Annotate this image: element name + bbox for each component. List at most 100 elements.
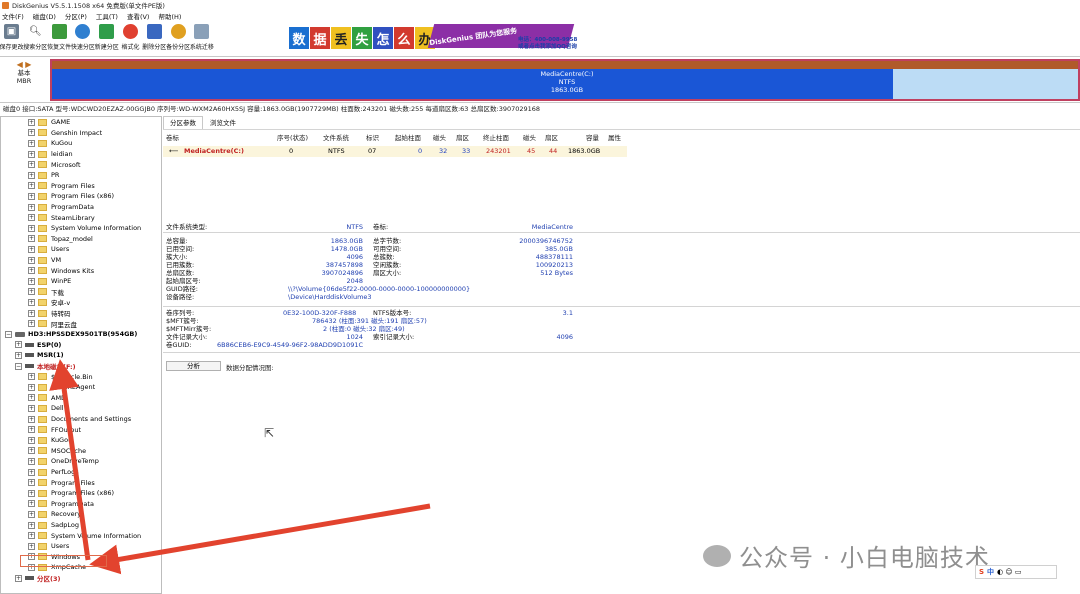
partition-bar[interactable]: MediaCentre(C:) NTFS 1863.0GB (50, 59, 1080, 101)
tree-folder[interactable]: + Program Files (28, 181, 95, 192)
tree-partition[interactable]: + MSR(1) (15, 350, 64, 361)
system-migrate-button[interactable]: 系统迁移 (190, 21, 214, 54)
promo-contact[interactable]: 电话：400-008-9958 或者点击我添加QQ咨询 (518, 37, 577, 51)
expand-icon[interactable]: + (28, 267, 35, 275)
collapse-icon[interactable]: − (15, 362, 22, 370)
tree-folder[interactable]: + $WinREAgent (28, 382, 95, 393)
expand-icon[interactable]: + (28, 532, 35, 540)
tree-folder[interactable]: + Documents and Settings (28, 414, 131, 425)
expand-icon[interactable]: + (28, 383, 35, 391)
tree-folder[interactable]: + MSOCache (28, 446, 86, 457)
tree-folder[interactable]: + Genshin Impact (28, 128, 102, 139)
tree-folder[interactable]: + Users (28, 244, 69, 255)
tree-folder[interactable]: + System Volume Information (28, 530, 141, 541)
tree-folder[interactable]: + Program Files (x86) (28, 488, 114, 499)
col-header[interactable]: 容量 (586, 133, 599, 144)
expand-icon[interactable]: + (28, 457, 35, 465)
expand-icon[interactable]: + (28, 161, 35, 169)
expand-icon[interactable]: + (28, 129, 35, 137)
tree-folder[interactable]: + Program Files (28, 477, 95, 488)
expand-icon[interactable]: + (28, 150, 35, 158)
save-changes-button[interactable]: ▣ 保存更改 (0, 21, 24, 54)
tree-folder[interactable]: + System Volume Information (28, 223, 141, 234)
delete-partition-button[interactable]: 删除分区 (142, 21, 166, 54)
expand-icon[interactable]: + (28, 309, 35, 317)
expand-icon[interactable]: + (28, 394, 35, 402)
tree-folder[interactable]: + KuGou (28, 435, 72, 446)
tree-folder[interactable]: + Windows Kits (28, 265, 94, 276)
tree-folder[interactable]: + Recovery (28, 509, 81, 520)
tree-partition-local[interactable]: − 本地磁盘(F:) (15, 361, 76, 372)
menu-file[interactable]: 文件(F) (2, 11, 24, 21)
col-header[interactable]: 标识 (366, 133, 379, 144)
menu-help[interactable]: 帮助(H) (158, 11, 181, 21)
recover-file-button[interactable]: 恢复文件 (47, 21, 71, 54)
expand-icon[interactable]: + (28, 224, 35, 232)
expand-icon[interactable]: + (28, 521, 35, 529)
tree-folder[interactable]: + PerfLogs (28, 467, 79, 478)
tree-folder[interactable]: + ProgramData (28, 202, 94, 213)
expand-icon[interactable]: + (28, 118, 35, 126)
col-header[interactable]: 起始柱面 (395, 133, 421, 144)
expand-icon[interactable]: + (28, 500, 35, 508)
collapse-icon[interactable]: − (5, 330, 12, 338)
expand-icon[interactable]: + (28, 182, 35, 190)
tree-folder[interactable]: + 阿里云盘 (28, 318, 77, 329)
tree-partition[interactable]: + ESP(0) (15, 340, 61, 351)
tree-folder[interactable]: + 下载 (28, 287, 64, 298)
col-header[interactable]: 扇区 (456, 133, 469, 144)
expand-icon[interactable]: + (28, 373, 35, 381)
tree-partition[interactable]: + 分区(3) (15, 573, 60, 584)
tree-folder[interactable]: + 待转码 (28, 308, 71, 319)
expand-icon[interactable]: + (28, 468, 35, 476)
expand-icon[interactable]: + (28, 426, 35, 434)
new-partition-button[interactable]: 新建分区 (95, 21, 119, 54)
menu-disk[interactable]: 磁盘(D) (33, 11, 56, 21)
expand-icon[interactable]: + (28, 203, 35, 211)
promo-strip[interactable]: 数 据 丢 失 怎 么 办 (289, 22, 436, 54)
menu-partition[interactable]: 分区(P) (65, 11, 87, 21)
tree-folder[interactable]: + leidian (28, 149, 73, 160)
col-header[interactable]: 文件系统 (323, 133, 349, 144)
expand-icon[interactable]: + (28, 479, 35, 487)
tree-folder[interactable]: + SteamLibrary (28, 212, 95, 223)
expand-icon[interactable]: + (28, 235, 35, 243)
tree-folder[interactable]: + Topaz_model (28, 234, 93, 245)
tree-folder[interactable]: + SadpLog (28, 520, 79, 531)
search-partition-button[interactable]: 🔍︎ 搜索分区 (23, 21, 47, 54)
expand-icon[interactable]: + (28, 171, 35, 179)
tree-folder[interactable]: + AMD (28, 393, 66, 404)
menu-tools[interactable]: 工具(T) (96, 11, 118, 21)
tree-disk[interactable]: − HD3:HPSSDEX9501TB(954GB) (5, 329, 137, 340)
tree-folder[interactable]: + 安卓-v (28, 297, 70, 308)
quick-partition-button[interactable]: 快速分区 (71, 21, 95, 54)
expand-icon[interactable]: + (28, 139, 35, 147)
expand-icon[interactable]: + (28, 542, 35, 550)
expand-icon[interactable]: + (28, 415, 35, 423)
expand-icon[interactable]: + (28, 245, 35, 253)
tree-folder[interactable]: + Users (28, 541, 69, 552)
tree-folder[interactable]: + Dell (28, 403, 64, 414)
table-row[interactable]: ⟵ MediaCentre(C:) 0 NTFS 07 0 32 33 2432… (163, 146, 627, 157)
tree-folder[interactable]: + KuGou (28, 138, 72, 149)
analyze-button[interactable]: 分析 (166, 361, 221, 371)
backup-partition-button[interactable]: 备份分区 (166, 21, 190, 54)
menu-view[interactable]: 查看(V) (127, 11, 150, 21)
expand-icon[interactable]: + (15, 351, 22, 359)
ime-tools-icon[interactable]: ◐ ☺ ▭ (997, 568, 1021, 576)
expand-icon[interactable]: + (28, 288, 35, 296)
expand-icon[interactable]: + (28, 320, 35, 328)
expand-icon[interactable]: + (15, 574, 22, 582)
expand-icon[interactable]: + (28, 256, 35, 264)
expand-icon[interactable]: + (28, 489, 35, 497)
tree-folder[interactable]: + PR (28, 170, 59, 181)
expand-icon[interactable]: + (28, 447, 35, 455)
ime-mode[interactable]: 中 (987, 567, 994, 577)
tree-folder[interactable]: + OneDriveTemp (28, 456, 99, 467)
tree-folder[interactable]: + FFOutput (28, 424, 81, 435)
expand-icon[interactable]: + (28, 192, 35, 200)
expand-icon[interactable]: + (28, 214, 35, 222)
col-header[interactable]: 序号(状态) (277, 133, 308, 144)
tree-folder[interactable]: + ProgramData (28, 499, 94, 510)
col-header[interactable]: 终止柱面 (483, 133, 509, 144)
